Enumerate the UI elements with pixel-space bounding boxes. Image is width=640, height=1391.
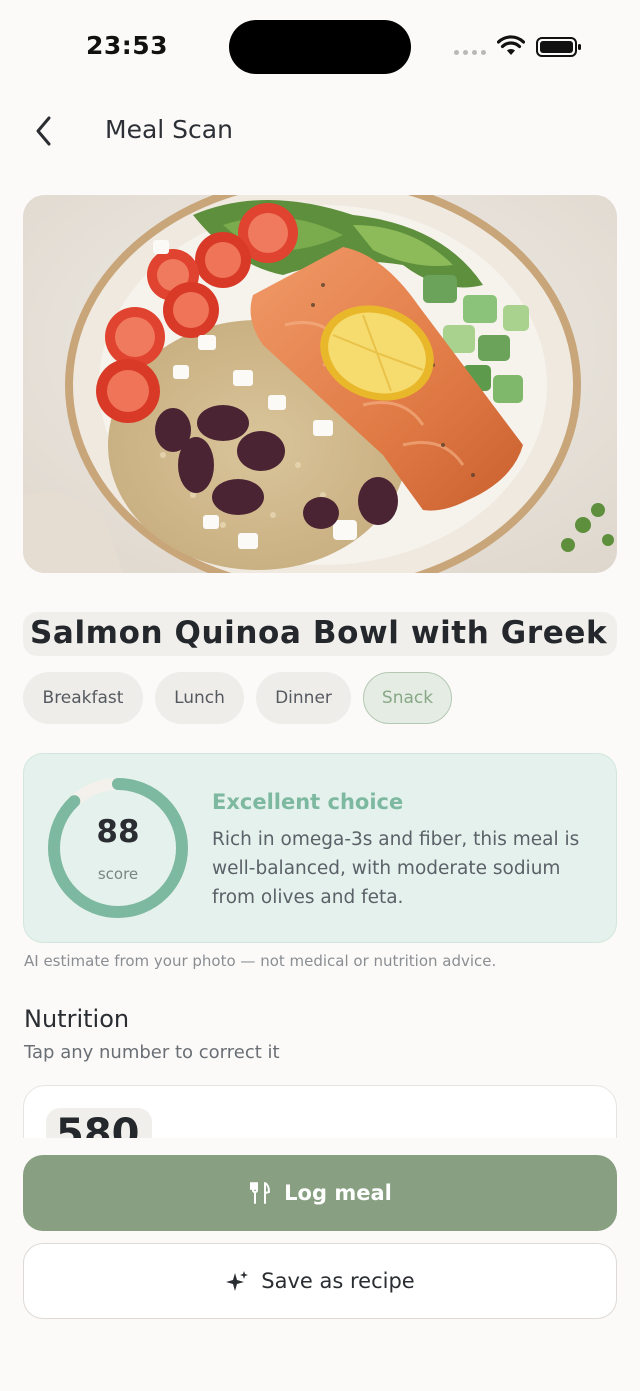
fork-knife-icon [250,1182,271,1204]
meal-type-selector: Breakfast Lunch Dinner Snack [23,672,452,724]
meal-photo [23,195,617,573]
nutrition-heading: Nutrition [24,1005,130,1033]
nutrition-hint: Tap any number to correct it [24,1042,280,1063]
chip-snack[interactable]: Snack [363,672,452,724]
chip-breakfast[interactable]: Breakfast [23,672,143,724]
sparkles-icon [226,1271,249,1291]
log-meal-label: Log meal [284,1181,392,1205]
verdict-title: Excellent choice [212,790,404,814]
save-recipe-button[interactable]: Save as recipe [23,1243,617,1319]
dynamic-island [229,20,411,74]
ai-disclaimer: AI estimate from your photo — not medica… [24,952,497,970]
wifi-icon [497,35,525,55]
health-score-card: 88 score Excellent choice Rich in omega-… [23,753,617,943]
score-caption: score [97,865,139,883]
chip-dinner[interactable]: Dinner [256,672,351,724]
verdict-description: Rich in omega-3s and fiber, this meal is… [212,829,580,908]
log-meal-button[interactable]: Log meal [23,1155,617,1231]
page-title: Meal Scan [105,115,233,144]
chevron-left-icon [36,116,51,146]
battery-icon [536,37,581,57]
status-time: 23:53 [86,31,169,60]
status-bar: 23:53 [0,0,640,96]
meal-name[interactable]: Salmon Quinoa Bowl with Greek Salad [23,612,617,656]
score-value: 88 [96,814,140,850]
cellular-signal-icon [454,50,486,55]
chip-lunch[interactable]: Lunch [155,672,244,724]
action-sheet: Log meal Save as recipe [0,1138,640,1391]
save-recipe-label: Save as recipe [261,1269,415,1293]
back-button[interactable] [24,111,64,151]
